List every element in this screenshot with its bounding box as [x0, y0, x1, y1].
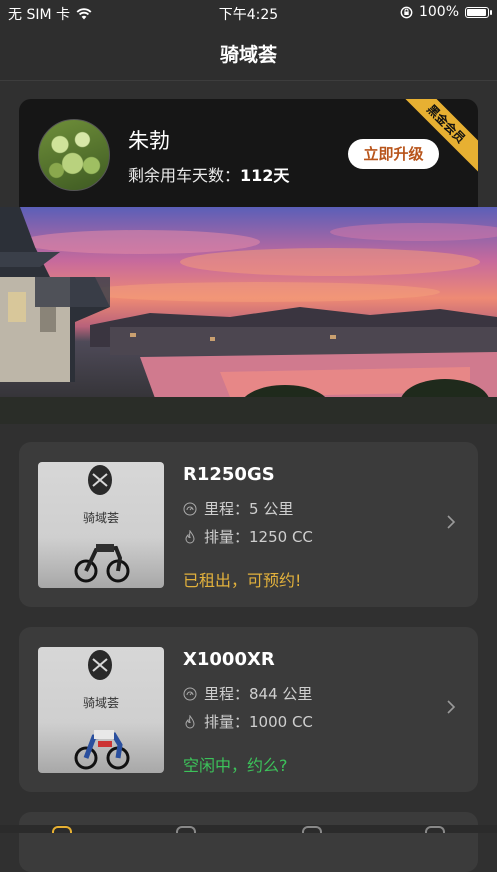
bike-thumbnail: 骑域荟	[38, 462, 164, 588]
battery-percent: 100%	[418, 4, 459, 20]
rental-status: 已租出，可预约!	[183, 571, 302, 590]
flame-icon	[185, 714, 195, 728]
bike-thumbnail: 骑域荟	[38, 647, 164, 773]
odometer-icon	[183, 502, 197, 515]
rental-status: 空闲中，约么?	[183, 756, 288, 775]
orientation-lock-icon	[400, 6, 413, 18]
status-right: 100%	[400, 4, 492, 20]
mileage-row: 里程：844 公里	[183, 683, 312, 704]
odometer-icon	[183, 687, 197, 700]
tab-profile-icon[interactable]	[425, 826, 445, 833]
bike-card-partial[interactable]	[19, 812, 478, 872]
battery-fill	[467, 8, 486, 16]
displacement-value: 1000 CC	[249, 713, 313, 731]
thumb-logo-text: 骑域荟	[83, 511, 119, 525]
member-card: 朱勃 剩余用车天数：112天 立即升级 黑金会员	[19, 99, 478, 209]
flame-icon	[185, 529, 195, 543]
tab-home-icon[interactable]	[52, 826, 72, 833]
chevron-right-icon[interactable]	[446, 699, 456, 715]
remaining-days-label: 剩余用车天数：	[128, 166, 241, 185]
remaining-days: 剩余用车天数：112天	[128, 162, 289, 186]
bike-card[interactable]: 骑域荟 R1250GS 里程：5 公里 排量：1250 CC 已租出，可预约!	[19, 442, 478, 607]
thumb-logo-text: 骑域荟	[83, 696, 119, 710]
tab-bar	[0, 825, 497, 833]
bike-model-name: R1250GS	[183, 464, 275, 485]
avatar[interactable]	[38, 119, 110, 191]
tab-orders-icon[interactable]	[176, 826, 196, 833]
battery-icon	[465, 6, 492, 18]
status-bar: 无 SIM 卡 下午4:25 100%	[0, 0, 497, 26]
page-title: 骑域荟	[219, 43, 277, 66]
banner-image[interactable]	[0, 207, 497, 424]
banner-scene	[0, 207, 497, 424]
remaining-days-value: 112天	[240, 166, 290, 185]
mileage-label: 里程：	[204, 685, 250, 703]
mileage-row: 里程：5 公里	[183, 498, 293, 519]
upgrade-button[interactable]: 立即升级	[348, 139, 439, 169]
displacement-label: 排量：	[204, 713, 250, 731]
nav-bar: 骑域荟	[0, 26, 497, 81]
bike-card[interactable]: 骑域荟 X1000XR 里程：844 公里 排量：1000 CC 空闲中，约么?	[19, 627, 478, 792]
bike-model-name: X1000XR	[183, 649, 275, 670]
displacement-label: 排量：	[204, 528, 250, 546]
displacement-value: 1250 CC	[249, 528, 313, 546]
mileage-value: 844 公里	[249, 685, 313, 703]
mileage-label: 里程：	[204, 500, 250, 518]
mileage-value: 5 公里	[249, 500, 294, 518]
user-name: 朱勃	[128, 129, 170, 153]
tab-discover-icon[interactable]	[302, 826, 322, 833]
chevron-right-icon[interactable]	[446, 514, 456, 530]
displacement-row: 排量：1000 CC	[183, 711, 313, 732]
displacement-row: 排量：1250 CC	[183, 526, 313, 547]
